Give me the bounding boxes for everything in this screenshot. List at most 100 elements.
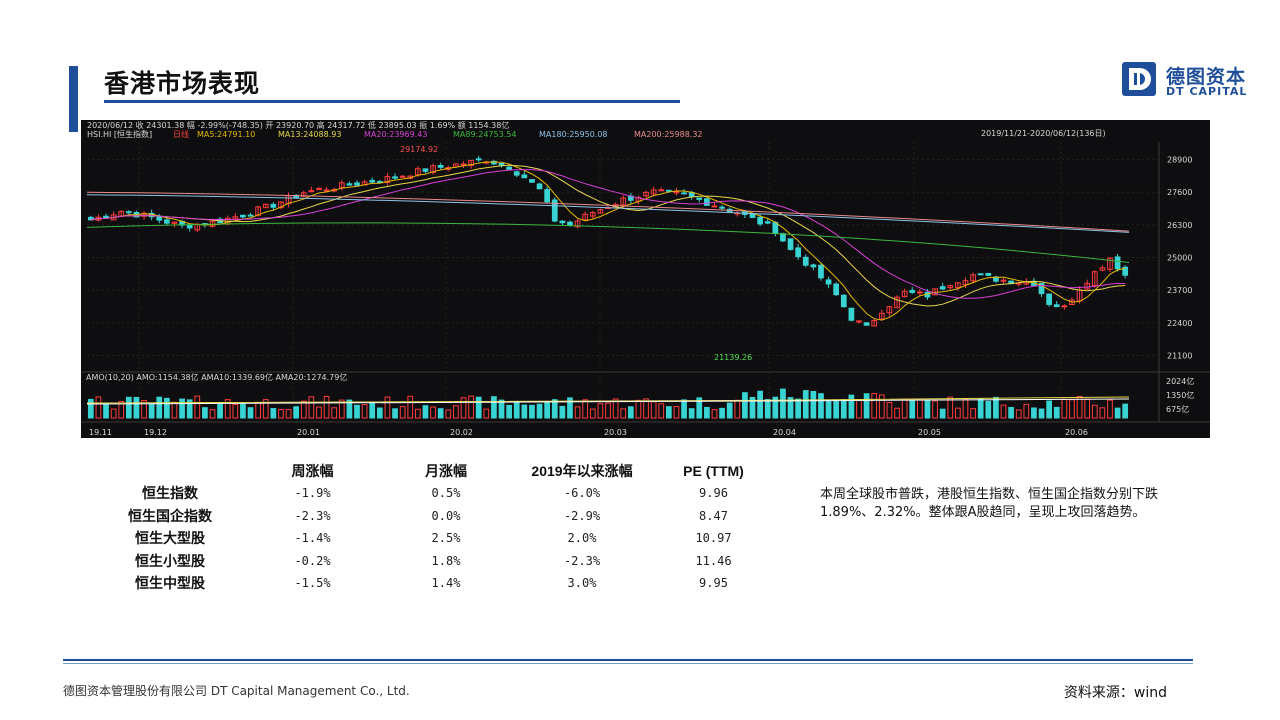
header-pe: PE (TTM) <box>683 463 744 479</box>
volume-bar <box>544 402 551 419</box>
volume-bar <box>993 396 999 419</box>
footer-divider-thin <box>63 663 1193 664</box>
volume-bar <box>437 408 444 419</box>
volume-bar <box>1122 403 1129 419</box>
candle-body <box>985 272 992 276</box>
volume-bar <box>194 395 201 419</box>
candle-body <box>825 279 832 285</box>
row-name: 恒生小型股 <box>135 553 205 570</box>
volume-bar <box>985 400 992 419</box>
title-underline <box>104 100 680 103</box>
volume-bar <box>376 407 383 419</box>
header-week: 周涨幅 <box>291 463 334 479</box>
volume-bar <box>384 396 391 419</box>
ma20-label: MA20:23969.43 <box>364 130 427 139</box>
cell-week: -1.9% <box>294 486 331 501</box>
candle-body <box>939 286 946 290</box>
candle-body <box>764 221 771 224</box>
volume-bar <box>589 408 596 419</box>
candle-body <box>856 320 862 323</box>
index-performance-table: 周涨幅 月涨幅 2019年以来涨幅 PE (TTM) 恒生指数 -1.9% 0.… <box>100 460 770 595</box>
volume-bar <box>924 399 931 419</box>
volume-bar <box>627 406 634 419</box>
volume-bar <box>217 404 223 419</box>
footer-source: 资料来源：wind <box>1063 685 1167 701</box>
x-label-19-11: 19.11 <box>89 428 112 437</box>
chart-symbol: HSI.HI [恒生指数] <box>87 129 152 139</box>
volume-bar <box>422 405 429 419</box>
volume-bar <box>232 403 239 419</box>
price-tick-5: 22400 <box>1167 319 1192 328</box>
volume-bar <box>878 394 885 419</box>
volume-bar <box>392 408 398 419</box>
moving-average-layer <box>86 161 1130 321</box>
volume-bar <box>308 396 315 419</box>
candle-body <box>787 238 794 250</box>
cell-ytd: -2.3% <box>563 553 601 568</box>
volume-bar <box>1046 400 1052 419</box>
x-label-20-04: 20.04 <box>773 428 796 437</box>
volume-bar <box>179 398 185 419</box>
candle-body <box>506 166 512 171</box>
ma13-line <box>90 164 1126 307</box>
candle-body <box>719 206 725 209</box>
candle-body <box>757 216 763 225</box>
volume-bar <box>1091 404 1098 419</box>
volume-bar <box>757 390 763 419</box>
volume-bar <box>1107 399 1113 419</box>
volume-bar <box>886 402 893 419</box>
candle-body <box>156 216 163 221</box>
volume-bar <box>833 399 840 419</box>
candle-body <box>437 164 444 168</box>
candle-body <box>658 189 665 192</box>
volume-bar <box>270 408 277 419</box>
candle-body <box>270 203 277 208</box>
volume-bar <box>506 404 512 419</box>
candle-body <box>498 162 505 166</box>
candle-body <box>308 190 315 193</box>
cell-ytd: 3.0% <box>567 576 597 591</box>
cell-month: 1.8% <box>431 553 461 568</box>
candle-body <box>392 176 398 179</box>
volume-bar <box>894 407 900 419</box>
volume-bar <box>407 395 414 419</box>
row-name: 恒生中型股 <box>135 576 205 593</box>
cell-week: -1.4% <box>294 531 331 546</box>
volume-bar <box>513 402 520 419</box>
volume-bar <box>316 406 322 419</box>
row-name: 恒生指数 <box>142 486 198 503</box>
cell-ytd: 2.0% <box>567 531 597 546</box>
table-row: 恒生指数 -1.9% 0.5% -6.0% 9.96 <box>100 482 770 505</box>
volume-bar <box>202 407 208 419</box>
volume-bar <box>825 399 832 419</box>
volume-bar <box>734 399 741 419</box>
volume-bar <box>802 390 809 419</box>
header-index <box>100 460 240 482</box>
candle-body <box>833 283 840 296</box>
hsi-candlestick-chart: 2020/06/12 收 24301.38 幅 -2.99%(-748.35) … <box>81 120 1210 438</box>
ma89-label: MA89:24753.54 <box>453 130 516 139</box>
candle-body <box>316 188 322 191</box>
candle-body <box>536 183 543 190</box>
candle-body <box>1053 304 1060 308</box>
x-label-20-05: 20.05 <box>918 428 941 437</box>
candle-body <box>559 220 566 224</box>
volume-bar <box>293 406 300 419</box>
market-commentary: 本周全球股市普跌，港股恒生指数、恒生国企指数分别下跌1.89%、2.32%。整体… <box>820 487 1159 520</box>
cell-pe: 10.97 <box>695 531 732 546</box>
cell-pe: 11.46 <box>695 553 732 568</box>
volume-tick-2: 1350亿 <box>1166 390 1194 400</box>
volume-bar <box>285 409 292 419</box>
volume-bar <box>1015 409 1022 419</box>
logo-icon <box>1122 62 1156 96</box>
volume-bar <box>475 396 482 419</box>
candle-body <box>681 192 687 195</box>
low-annotation: 21139.26 <box>714 353 752 362</box>
volume-bar <box>529 404 535 419</box>
chart-canvas: 2020/06/12 收 24301.38 幅 -2.99%(-748.35) … <box>81 120 1210 437</box>
volume-bar <box>156 396 163 419</box>
candle-body <box>544 189 551 203</box>
volume-bar <box>620 408 627 419</box>
volume-bar <box>574 406 581 419</box>
header-month: 月涨幅 <box>425 463 467 479</box>
